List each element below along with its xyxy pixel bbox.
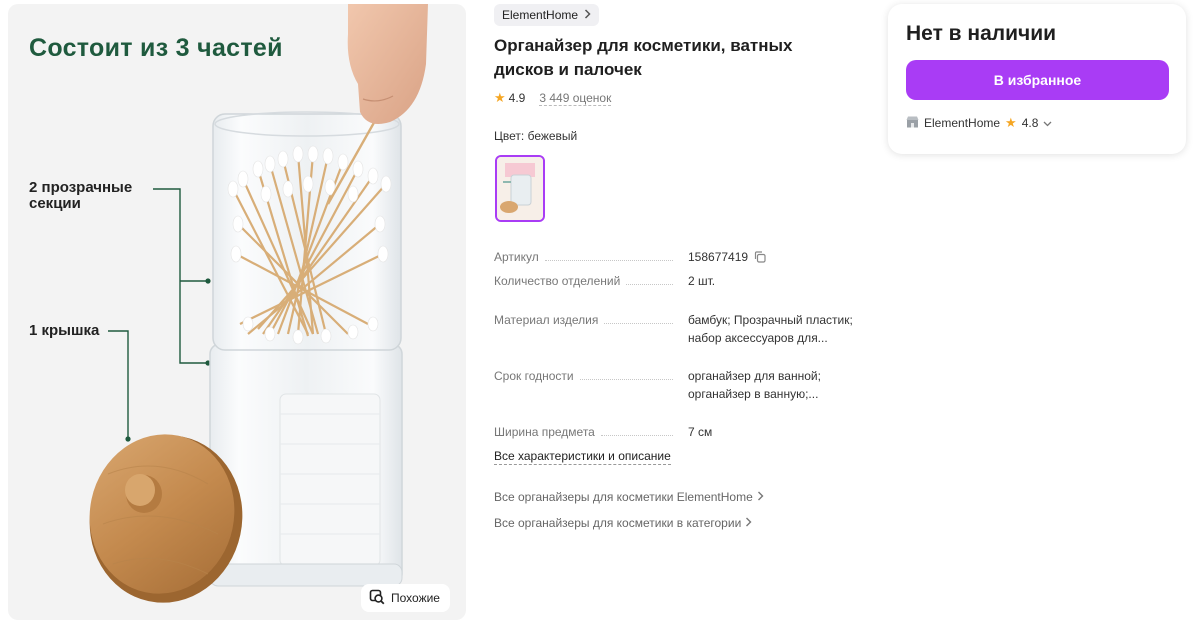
shop-icon xyxy=(906,116,919,131)
spec-key: Артикул xyxy=(494,248,545,266)
spec-key: Материал изделия xyxy=(494,311,605,329)
add-to-favorites-button[interactable]: В избранное xyxy=(906,60,1169,100)
color-prefix: Цвет: xyxy=(494,129,525,143)
spec-key: Ширина предмета xyxy=(494,423,601,441)
similar-search-icon xyxy=(369,589,385,608)
similar-label: Похожие xyxy=(391,591,440,605)
color-label: Цвет: бежевый xyxy=(494,129,577,143)
promo-title: Состоит из 3 частей xyxy=(29,34,283,62)
article-number: 158677419 xyxy=(688,250,749,264)
spec-value: бамбук; Прозрачный пластик; набор аксесс… xyxy=(688,313,853,345)
rating-row: ★ 4.9 3 449 оценок xyxy=(494,90,612,106)
swatch-thumbnail xyxy=(497,157,543,220)
all-specs-link[interactable]: Все характеристики и описание xyxy=(494,448,671,465)
seller-row[interactable]: ElementHome ★ 4.8 xyxy=(906,115,1052,131)
chevron-right-icon xyxy=(745,516,752,530)
seller-rating: 4.8 xyxy=(1021,116,1039,130)
seller-name: ElementHome xyxy=(924,116,1001,130)
chevron-right-icon xyxy=(584,8,591,22)
category-products-link[interactable]: Все органайзеры для косметики в категори… xyxy=(494,516,752,530)
star-icon: ★ xyxy=(1005,115,1017,130)
brand-name: ElementHome xyxy=(502,8,579,22)
similar-button[interactable]: Похожие xyxy=(361,584,450,612)
brand-products-label: Все органайзеры для косметики ElementHom… xyxy=(494,490,753,504)
product-image-gallery[interactable]: Состоит из 3 частей 2 прозрачные секции … xyxy=(8,4,466,620)
spec-key: Количество отделений xyxy=(494,272,627,290)
spec-value: 7 см xyxy=(688,425,713,439)
spec-value: 2 шт. xyxy=(688,274,716,288)
color-value: бежевый xyxy=(527,129,578,143)
annotation-sections: 2 прозрачные секции xyxy=(29,179,133,212)
reviews-link[interactable]: 3 449 оценок xyxy=(539,91,612,106)
rating-value: 4.9 xyxy=(508,91,526,105)
star-icon: ★ xyxy=(494,90,506,105)
category-products-label: Все органайзеры для косметики в категори… xyxy=(494,516,742,530)
color-swatch-selected[interactable] xyxy=(495,155,545,222)
spec-key: Срок годности xyxy=(494,367,580,385)
stock-status: Нет в наличии xyxy=(906,22,1057,45)
annotation-lid: 1 крышка xyxy=(29,322,100,339)
brand-chip[interactable]: ElementHome xyxy=(494,4,600,26)
buy-card: Нет в наличии В избранное ElementHome ★ … xyxy=(888,4,1186,154)
product-title: Органайзер для косметики, ватных дисков … xyxy=(494,36,793,79)
brand-products-link[interactable]: Все органайзеры для косметики ElementHom… xyxy=(494,490,764,504)
product-photo xyxy=(89,4,428,603)
copy-icon[interactable] xyxy=(754,250,767,268)
chevron-right-icon xyxy=(757,490,764,504)
spec-value: органайзер для ванной; органайзер в ванн… xyxy=(688,369,821,401)
chevron-down-icon xyxy=(1043,116,1052,130)
